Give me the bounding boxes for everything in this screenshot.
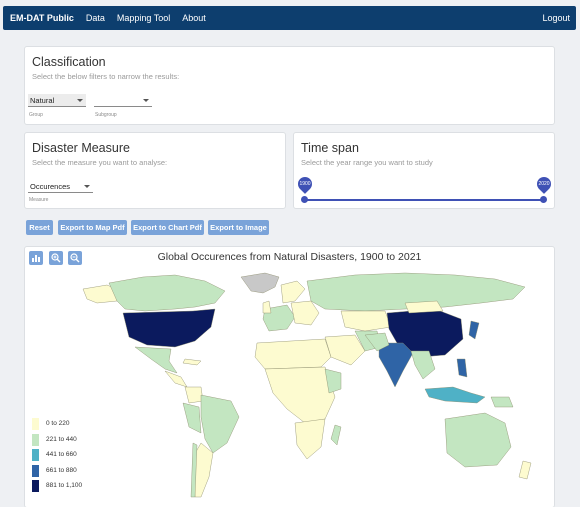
nav-mapping-tool-link[interactable]: Mapping Tool (117, 13, 170, 23)
country-new-zealand (518, 460, 532, 480)
country-indonesia (424, 386, 486, 404)
timespan-subtitle: Select the year range you want to study (301, 158, 433, 167)
region-caribbean (182, 358, 202, 366)
brand-logo[interactable]: EM-DAT Public (10, 13, 74, 23)
export-image-button[interactable]: Export to Image (208, 220, 269, 235)
country-australia (444, 412, 512, 468)
export-map-pdf-button[interactable]: Export to Map Pdf (58, 220, 127, 235)
region-central-asia (340, 310, 392, 332)
country-papua-new-guinea (490, 396, 514, 408)
country-japan (468, 320, 480, 340)
legend-swatch (32, 464, 39, 477)
measure-helper: Measure (29, 197, 49, 203)
country-usa (122, 308, 216, 348)
region-central-america (164, 370, 188, 388)
chevron-down-icon (77, 99, 83, 102)
export-chart-pdf-button[interactable]: Export to Chart Pdf (131, 220, 204, 235)
country-greenland (240, 272, 280, 294)
chevron-down-icon (143, 99, 149, 102)
timespan-title: Time span (301, 141, 359, 155)
country-philippines (456, 358, 468, 378)
region-central-africa (264, 366, 336, 424)
legend-label: 881 to 1,100 (46, 482, 83, 489)
group-helper: Group (29, 112, 43, 118)
country-peru (182, 402, 202, 434)
country-canada (108, 274, 226, 312)
region-eastern-europe (290, 300, 320, 326)
country-madagascar (330, 424, 342, 446)
legend-swatch (32, 449, 39, 461)
group-select[interactable]: Natural (28, 94, 86, 107)
chevron-down-icon (84, 185, 90, 188)
country-india (378, 342, 414, 388)
region-scandinavia (280, 280, 306, 304)
measure-select[interactable]: Occurences (28, 180, 93, 193)
year-range-track[interactable] (304, 199, 545, 201)
region-southern-africa (294, 418, 326, 460)
classification-subtitle: Select the below filters to narrow the r… (32, 72, 180, 81)
measure-subtitle: Select the measure you want to analyse: (32, 158, 168, 167)
nav-data-link[interactable]: Data (86, 13, 105, 23)
start-year-handle[interactable] (301, 196, 308, 203)
country-brazil (200, 394, 240, 454)
country-mexico (134, 346, 178, 374)
legend-swatch (32, 418, 39, 430)
map-panel: Global Occurences from Natural Disasters… (24, 246, 555, 507)
region-north-africa (254, 338, 332, 370)
legend-label: 661 to 880 (46, 466, 77, 474)
top-navbar: EM-DAT Public Data Mapping Tool About Lo… (3, 6, 576, 30)
legend-label: 441 to 660 (46, 451, 77, 458)
country-colombia (184, 386, 204, 404)
legend-label: 221 to 440 (46, 435, 77, 443)
region-middle-east (324, 334, 366, 366)
subgroup-select[interactable] (94, 94, 152, 107)
legend-label: 0 to 220 (46, 420, 70, 427)
end-year-label: 2020 (538, 181, 550, 187)
nav-about-link[interactable]: About (182, 13, 206, 23)
country-uk (262, 300, 272, 314)
end-year-handle[interactable] (540, 196, 547, 203)
measure-select-value: Occurences (30, 182, 71, 191)
reset-button[interactable]: Reset (26, 220, 53, 235)
legend-swatch (32, 480, 39, 492)
logout-link[interactable]: Logout (542, 13, 570, 23)
subgroup-helper: Subgroup (95, 112, 117, 118)
measure-title: Disaster Measure (32, 141, 130, 155)
world-map[interactable] (25, 247, 555, 507)
disaster-measure-panel: Disaster Measure Select the measure you … (24, 132, 286, 209)
country-mongolia (404, 300, 444, 314)
time-span-panel: Time span Select the year range you want… (293, 132, 555, 209)
group-select-value: Natural (30, 96, 55, 105)
classification-title: Classification (32, 55, 106, 69)
legend-swatch (32, 433, 39, 446)
classification-panel: Classification Select the below filters … (24, 46, 555, 125)
start-year-label: 1900 (299, 181, 311, 187)
